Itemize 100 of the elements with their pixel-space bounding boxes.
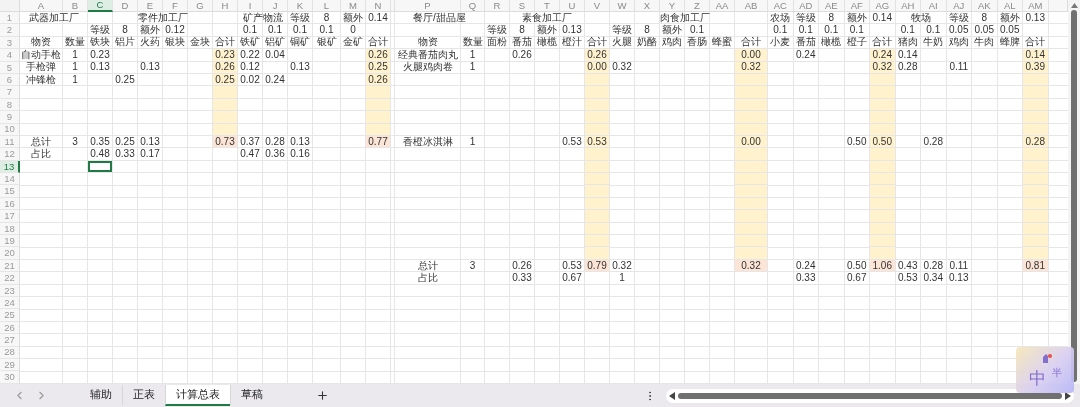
column-header[interactable]: I [238, 0, 263, 12]
row-header[interactable]: 22 [0, 272, 20, 285]
column-header[interactable]: Z [685, 0, 710, 12]
column-header[interactable]: L [313, 0, 341, 12]
row-header[interactable]: 1 [0, 12, 20, 25]
column-header[interactable]: AI [921, 0, 947, 12]
sheet-tab[interactable]: 草稿 [230, 385, 273, 406]
table-cell: 3 [63, 135, 88, 149]
vertical-scrollbar[interactable] [1068, 0, 1080, 384]
row-header[interactable]: 25 [0, 309, 20, 322]
column-header[interactable]: Q [461, 0, 485, 12]
column-header[interactable]: AH [895, 0, 921, 12]
table-cell: 等级 [610, 24, 635, 37]
table-cell: 8 [510, 24, 535, 37]
table-cell: 0.13 [946, 272, 972, 285]
column-header[interactable]: G [188, 0, 213, 12]
column-header[interactable]: A [20, 0, 63, 12]
row-header[interactable]: 30 [0, 371, 20, 384]
row-header[interactable]: 2 [0, 24, 20, 37]
sheet-tab[interactable]: 计算总表 [165, 385, 230, 406]
table-cell: 金块 [188, 36, 213, 50]
column-header[interactable]: AE [819, 0, 845, 12]
column-header[interactable]: X [635, 0, 660, 12]
table-cell: 8 [635, 24, 660, 37]
column-header[interactable]: E [138, 0, 163, 12]
table-cell: 0.22 [238, 49, 263, 62]
table-cell: 铁矿 [238, 36, 263, 50]
table-cell: 0.25 [113, 135, 138, 149]
column-header[interactable]: P [395, 0, 461, 12]
column-header[interactable]: R [485, 0, 510, 12]
table-cell: 0.11 [946, 61, 972, 74]
column-header[interactable]: AD [793, 0, 819, 12]
column-header[interactable]: V [585, 0, 610, 12]
selected-cell[interactable] [88, 160, 113, 174]
row-header[interactable]: 12 [0, 148, 20, 161]
column-header[interactable]: M [341, 0, 366, 12]
column-header[interactable]: B [63, 0, 88, 12]
row-header[interactable]: 15 [0, 185, 20, 198]
table-cell: 0.1 [263, 24, 288, 37]
column-header[interactable]: C [88, 0, 113, 12]
table-cell: 0.24 [263, 73, 288, 87]
table-cell: 0.13 [138, 61, 163, 74]
scrollbar-thumb[interactable] [678, 392, 1062, 399]
column-header[interactable]: S [510, 0, 535, 12]
column-header[interactable]: T [535, 0, 560, 12]
table-cell: 0.35 [88, 135, 113, 149]
column-header[interactable]: K [288, 0, 313, 12]
table-cell: 农场 [768, 12, 794, 25]
column-header[interactable]: F [163, 0, 188, 12]
row-header[interactable]: 7 [0, 86, 20, 99]
table-cell: 额外 [138, 24, 163, 37]
row-header[interactable]: 19 [0, 235, 20, 248]
table-cell: 0.05 [946, 24, 972, 37]
column-header[interactable]: J [263, 0, 288, 12]
table-cell: 餐厅/甜品屋 [395, 12, 485, 25]
row-header[interactable]: 20 [0, 247, 20, 260]
horizontal-scrollbar[interactable] [666, 388, 1074, 403]
table-cell: 1 [461, 135, 485, 149]
row-header[interactable]: 9 [0, 111, 20, 124]
scrollbar-thumb[interactable] [1071, 10, 1077, 382]
column-header[interactable]: D [113, 0, 138, 12]
row-header[interactable]: 27 [0, 334, 20, 347]
sheet-tab[interactable]: 辅助 [80, 385, 122, 406]
ime-toolbar[interactable]: 中 半 [1016, 347, 1074, 393]
table-cell: 手枪弹 [20, 61, 63, 74]
table-cell: 面粉 [485, 36, 510, 50]
row-header[interactable]: 17 [0, 210, 20, 223]
table-cell: 0.13 [288, 61, 313, 74]
column-header[interactable]: AF [844, 0, 870, 12]
scroll-right-icon[interactable] [1065, 391, 1071, 400]
column-header[interactable]: AG [870, 0, 896, 12]
table-cell: 等级 [793, 12, 819, 25]
column-header[interactable]: N [366, 0, 391, 12]
column-header[interactable]: AC [768, 0, 794, 12]
scroll-up-icon[interactable] [1070, 3, 1078, 8]
column-header[interactable]: W [610, 0, 635, 12]
table-cell: 金矿 [341, 36, 366, 50]
table-cell: 火腿鸡肉卷 [395, 61, 461, 74]
column-header[interactable]: AM [1023, 0, 1049, 12]
table-cell: 8 [313, 12, 341, 25]
table-cell: 总计 [20, 135, 63, 149]
table-cell: 番茄 [793, 36, 819, 50]
column-header[interactable]: AJ [946, 0, 972, 12]
input-mode-text: 中 [1028, 370, 1046, 387]
column-header[interactable]: Y [660, 0, 685, 12]
column-header[interactable]: AK [972, 0, 998, 12]
table-cell: 0.28 [921, 259, 947, 273]
table-cell: 0.13 [1023, 12, 1049, 25]
column-header[interactable]: AL [997, 0, 1023, 12]
scroll-left-icon[interactable] [669, 391, 675, 400]
column-header[interactable]: AA [710, 0, 735, 12]
table-cell: 橙子 [844, 36, 870, 50]
table-cell: 数量 [461, 36, 485, 50]
table-cell: 火药 [138, 36, 163, 50]
row-header[interactable]: 4 [0, 49, 20, 62]
row-header[interactable]: 14 [0, 173, 20, 186]
column-header[interactable]: AB [735, 0, 768, 12]
column-header[interactable]: H [213, 0, 238, 12]
column-header[interactable]: U [560, 0, 585, 12]
shirt-icon[interactable] [1042, 354, 1052, 363]
